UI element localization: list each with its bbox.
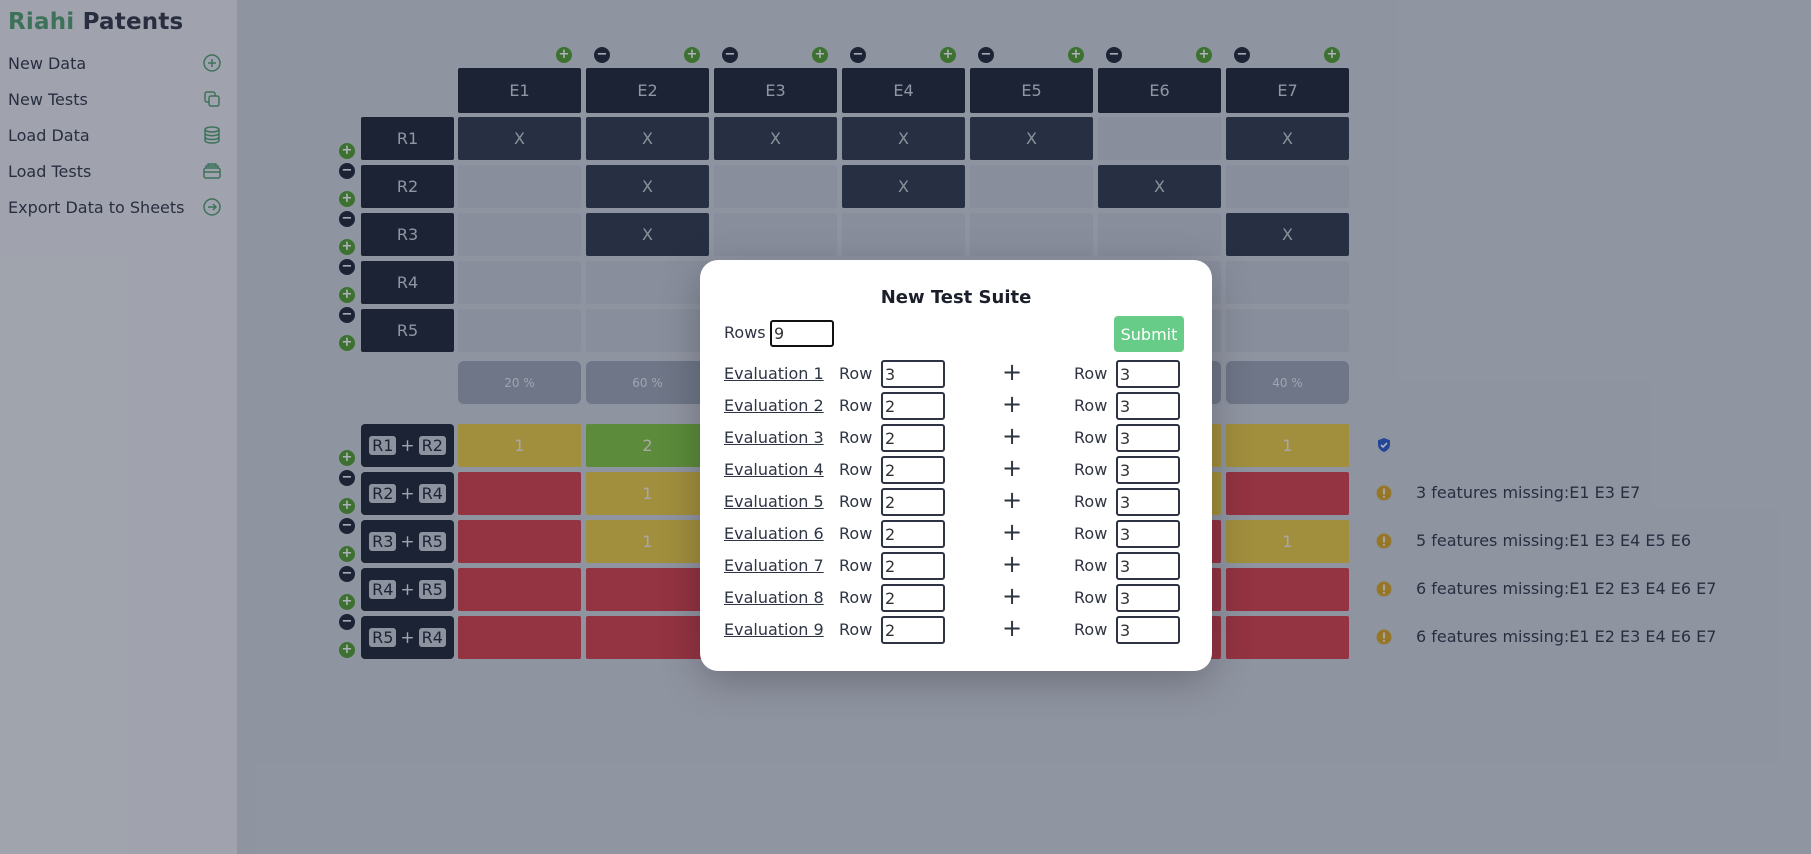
evaluation-link[interactable]: Evaluation 6 (724, 524, 824, 543)
evaluation-link[interactable]: Evaluation 1 (724, 364, 824, 383)
evaluation-row: Evaluation 5 Row + Row (724, 486, 1194, 516)
rows-label: Rows (724, 323, 766, 342)
evaluation-row: Evaluation 7 Row + Row (724, 550, 1194, 580)
row-label: Row (1074, 524, 1108, 543)
row-b-input[interactable] (1116, 488, 1180, 516)
row-label: Row (1074, 492, 1108, 511)
row-b-input[interactable] (1116, 520, 1180, 548)
evaluation-link[interactable]: Evaluation 7 (724, 556, 824, 575)
row-a-input[interactable] (881, 616, 945, 644)
evaluation-link[interactable]: Evaluation 5 (724, 492, 824, 511)
row-label: Row (839, 396, 873, 415)
plus-icon: + (1002, 582, 1023, 610)
row-label: Row (1074, 588, 1108, 607)
row-label: Row (839, 364, 873, 383)
evaluation-link[interactable]: Evaluation 3 (724, 428, 824, 447)
row-b-input[interactable] (1116, 424, 1180, 452)
row-label: Row (839, 620, 873, 639)
row-label: Row (1074, 620, 1108, 639)
row-label: Row (839, 588, 873, 607)
plus-icon: + (1002, 390, 1023, 418)
row-label: Row (1074, 364, 1108, 383)
evaluation-row: Evaluation 6 Row + Row (724, 518, 1194, 548)
row-a-input[interactable] (881, 424, 945, 452)
plus-icon: + (1002, 550, 1023, 578)
evaluation-row: Evaluation 8 Row + Row (724, 582, 1194, 612)
row-label: Row (1074, 396, 1108, 415)
row-b-input[interactable] (1116, 584, 1180, 612)
row-a-input[interactable] (881, 488, 945, 516)
plus-icon: + (1002, 614, 1023, 642)
modal-title: New Test Suite (880, 287, 1032, 308)
row-a-input[interactable] (881, 552, 945, 580)
row-b-input[interactable] (1116, 616, 1180, 644)
row-b-input[interactable] (1116, 456, 1180, 484)
plus-icon: + (1002, 486, 1023, 514)
evaluation-link[interactable]: Evaluation 2 (724, 396, 824, 415)
evaluation-row: Evaluation 4 Row + Row (724, 454, 1194, 484)
row-label: Row (1074, 460, 1108, 479)
row-a-input[interactable] (881, 392, 945, 420)
row-a-input[interactable] (881, 584, 945, 612)
row-label: Row (839, 524, 873, 543)
row-label: Row (839, 460, 873, 479)
row-label: Row (839, 556, 873, 575)
evaluation-link[interactable]: Evaluation 8 (724, 588, 824, 607)
submit-button[interactable]: Submit (1114, 316, 1184, 352)
row-a-input[interactable] (881, 520, 945, 548)
row-label: Row (1074, 556, 1108, 575)
row-label: Row (839, 492, 873, 511)
plus-icon: + (1002, 358, 1023, 386)
row-b-input[interactable] (1116, 392, 1180, 420)
row-a-input[interactable] (881, 360, 945, 388)
plus-icon: + (1002, 518, 1023, 546)
row-b-input[interactable] (1116, 360, 1180, 388)
evaluation-link[interactable]: Evaluation 4 (724, 460, 824, 479)
plus-icon: + (1002, 454, 1023, 482)
rows-input[interactable] (770, 320, 834, 347)
evaluation-row: Evaluation 3 Row + Row (724, 422, 1194, 452)
evaluation-link[interactable]: Evaluation 9 (724, 620, 824, 639)
row-label: Row (1074, 428, 1108, 447)
evaluation-row: Evaluation 1 Row + Row (724, 358, 1194, 388)
row-label: Row (839, 428, 873, 447)
new-test-suite-modal: New Test Suite Rows Submit Evaluation 1 R… (700, 260, 1212, 671)
evaluation-row: Evaluation 2 Row + Row (724, 390, 1194, 420)
evaluation-row: Evaluation 9 Row + Row (724, 614, 1194, 644)
row-b-input[interactable] (1116, 552, 1180, 580)
row-a-input[interactable] (881, 456, 945, 484)
plus-icon: + (1002, 422, 1023, 450)
